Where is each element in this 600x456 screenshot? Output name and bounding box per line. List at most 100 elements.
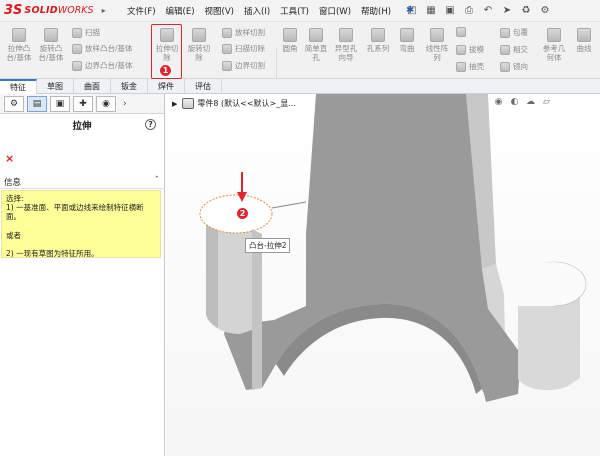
sweep-cut-label: 扫描切除 [235,44,265,53]
intersect-button[interactable]: 相交 [500,44,528,55]
quick-access-toolbar: □ ▦ ▣ ⎙ ↶ ➤ ♻ ⚙ [404,3,553,18]
rebuild-icon[interactable]: ♻ [518,3,534,18]
graphics-area[interactable]: ▶ 零件8 (默认<<默认>_显... ⚲ ⚲ ↶ ◫ ▢ ■ ◉ ◐ ☁ ▱ [166,94,600,456]
app-logo[interactable]: 3S SOLID WORKS ▸ [4,3,106,18]
curves-icon [577,28,591,42]
logo-solid-text: SOLID [24,5,58,16]
fillet-label: 圆角 [282,44,298,53]
simple-hole-icon [309,28,323,42]
help-icon[interactable]: ? [145,119,156,130]
3d-model[interactable] [166,94,600,456]
options-icon[interactable]: ⚙ [537,3,553,18]
chevron-right-icon[interactable]: ▸ [102,6,106,15]
select-icon[interactable]: ➤ [499,3,515,18]
step-badge-1: 1 [159,64,172,77]
linear-pattern-button[interactable]: 线性阵 列 [423,28,451,62]
draft-button[interactable]: 拔模 [456,44,484,55]
curves-label: 曲线 [576,44,592,53]
loft-cut-button[interactable]: 放样切割 [222,27,265,38]
tab-weldments[interactable]: 焊件 [148,79,185,94]
chevron-right-icon[interactable]: › [123,99,127,109]
boundary-boss-button[interactable]: 边界凸台/基体 [72,60,133,71]
solidworks-window: 3S SOLID WORKS ▸ 文件(F) 编辑(E) 视图(V) 插入(I)… [0,0,600,456]
model-right-boss-cut [518,262,556,306]
loft-cut-label: 放样切割 [235,28,265,37]
model-right-boss-side [518,294,580,391]
sweep-icon [72,27,82,38]
revolve-boss-button[interactable]: 旋转凸 台/基体 [36,28,66,62]
configuration-manager-icon[interactable]: ▣ [50,95,70,112]
menu-view[interactable]: 视图(V) [200,5,239,17]
simple-hole-button[interactable]: 简单直 孔 [303,28,329,62]
save-icon[interactable]: ▣ [442,3,458,18]
model-fillet-edge [271,201,307,209]
boundary-boss-label: 边界凸台/基体 [85,61,133,70]
loft-button[interactable]: 放样凸台/基体 [72,43,133,54]
wrap-icon [500,27,510,38]
tab-features[interactable]: 特征 [0,79,37,94]
menu-window[interactable]: 窗口(W) [314,5,356,17]
command-tabs: 特征 草图 曲面 钣金 焊件 评估 [0,79,600,94]
menu-help[interactable]: 帮助(H) [356,5,396,17]
extrude-boss-button[interactable]: 拉伸凸 台/基体 [4,28,34,62]
property-manager-icon[interactable]: ▤ [27,95,47,112]
tab-surfaces[interactable]: 曲面 [74,79,111,94]
model-left-wall [252,229,262,390]
boundary-cut-button[interactable]: 边界切割 [222,60,265,71]
wrap-label: 包覆 [513,28,528,37]
fillet-icon [283,28,297,42]
info-message-text: 选择: 1) 一基准面、平面或边线来绘制特征横断面。 或者 2) 一现有草图为特… [6,194,144,259]
info-section-header[interactable]: 信息 ˆ [0,176,165,189]
boundary-cut-label: 边界切割 [235,61,265,70]
hole-series-button[interactable]: 孔系列 [363,28,393,53]
hole-series-label: 孔系列 [366,44,390,53]
shell-icon [456,61,466,72]
title-bar: 3S SOLID WORKS ▸ 文件(F) 编辑(E) 视图(V) 插入(I)… [0,0,600,22]
shell-button[interactable]: 抽壳 [456,61,484,72]
fillet-button[interactable]: 圆角 [279,28,301,53]
extrude-boss-label: 拉伸凸 台/基体 [6,44,32,62]
reference-geometry-button[interactable]: 参考几 何体 [540,28,568,62]
panel-title-text: 拉伸 [72,121,92,132]
feature-tree-icon[interactable]: ⚙ [4,95,24,112]
display-manager-icon[interactable]: ◉ [96,95,116,112]
tab-sheet-metal[interactable]: 钣金 [111,79,148,94]
wrap-button[interactable]: 包覆 [500,27,528,38]
tab-evaluate[interactable]: 评估 [185,79,222,94]
hole-wizard-button[interactable]: 异型孔 向导 [333,28,359,62]
cancel-icon[interactable]: × [5,152,14,165]
print-icon[interactable]: ⎙ [461,3,477,18]
revolve-cut-button[interactable]: 旋转切 除 [185,28,213,62]
menu-file[interactable]: 文件(F) [122,5,161,17]
menu-edit[interactable]: 编辑(E) [161,5,200,17]
draft-icon [456,44,466,55]
sweep-cut-button[interactable]: 扫描切除 [222,43,265,54]
property-manager: ⚙ ▤ ▣ ✚ ◉ › 拉伸 ? × 信息 ˆ 选择: 1) 一基准面、平面或边… [0,94,165,456]
open-folder-icon[interactable]: ▦ [423,3,439,18]
flex-button[interactable]: 弯曲 [396,28,418,53]
info-header-label: 信息 [4,178,22,188]
flex-label: 弯曲 [399,44,415,53]
hole-wizard-icon [339,28,353,42]
new-document-icon[interactable]: □ [404,3,420,18]
linear-pattern-label: 线性阵 列 [425,44,449,62]
menu-insert[interactable]: 插入(I) [239,5,275,17]
mirror-button[interactable]: 镜向 [500,61,528,72]
command-manager: 拉伸凸 台/基体 旋转凸 台/基体 扫描 放样凸台/基体 边界凸台/基体 拉伸切… [0,22,600,96]
chevron-up-icon[interactable]: ˆ [155,176,160,186]
intersect-icon [500,44,510,55]
hole-wizard-label: 异型孔 向导 [334,44,358,62]
menu-tools[interactable]: 工具(T) [275,5,314,17]
menu-bar: 文件(F) 编辑(E) 视图(V) 插入(I) 工具(T) 窗口(W) 帮助(H… [122,5,396,17]
dimxpert-icon[interactable]: ✚ [73,95,93,112]
boundary-boss-icon [72,60,82,71]
rib-button[interactable] [456,27,469,37]
curves-button[interactable]: 曲线 [572,28,596,53]
loft-icon [72,43,82,54]
extrude-boss-icon [12,28,26,42]
ds-logo-icon: 3S [4,3,23,18]
tab-sketch[interactable]: 草图 [37,79,74,94]
flex-icon [400,28,414,42]
sweep-button[interactable]: 扫描 [72,27,100,38]
undo-icon[interactable]: ↶ [480,3,496,18]
